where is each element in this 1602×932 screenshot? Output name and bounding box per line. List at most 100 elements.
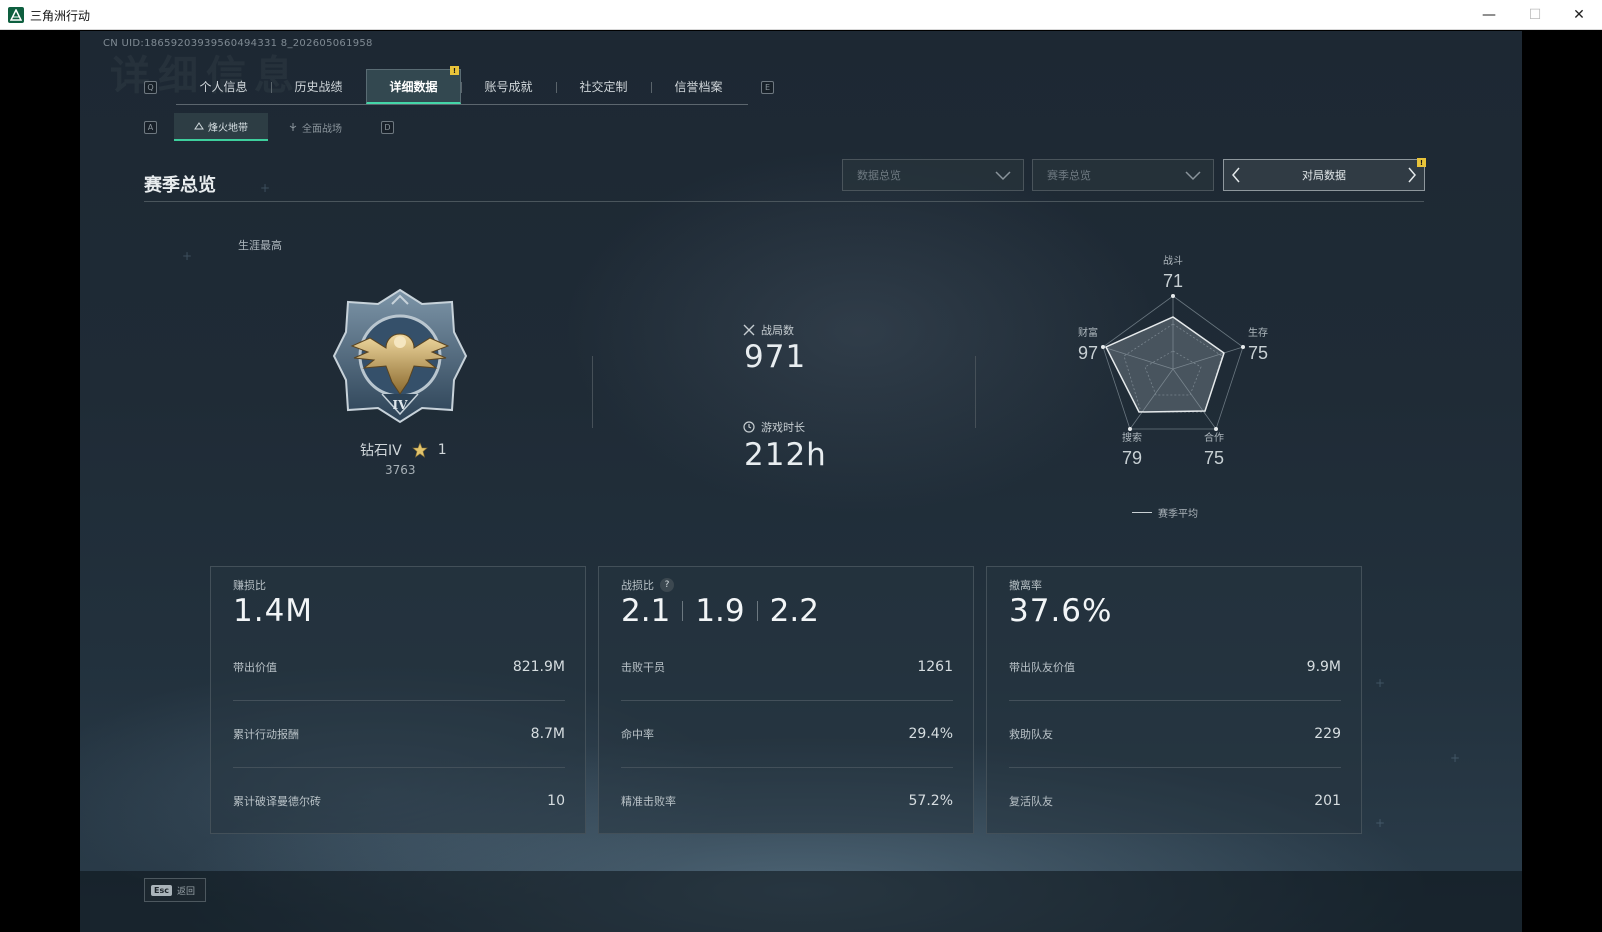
tab-personal-info[interactable]: 个人信息 [176,69,271,104]
season-overview-select[interactable]: 赛季总览 [1032,159,1214,191]
next-subtab-key-hint[interactable]: D [381,121,394,134]
stat-key: 精准击败率 [621,795,676,808]
rank-name: 钻石IV [360,443,402,459]
card-label: 撤离率 [1009,579,1042,592]
pager-label: 对局数据 [1302,169,1346,182]
rank-title: 钻石IV 1 [360,440,447,460]
subtab-label: 烽火地带 [208,122,248,134]
matches-value: 971 [744,339,807,375]
stat-value: 1261 [917,659,953,675]
subtab-full-battlefield[interactable]: 全面战场 [268,113,362,141]
value-separator [682,601,684,621]
help-icon[interactable]: ? [660,578,674,592]
minimize-button[interactable]: — [1466,0,1512,30]
notification-badge: ! [1417,158,1426,167]
tab-reputation-record[interactable]: 信誉档案 [651,69,746,104]
rank-stars: 1 [437,442,447,458]
stat-value: 821.9M [512,659,565,675]
row-divider [621,767,953,768]
radar-axis-value: 75 [1204,448,1224,468]
battlefield-icon [289,123,297,131]
stat-row: 带出价值 821.9M [233,657,565,677]
card-main-value: 1.4M [233,593,314,629]
decor-plus: + [260,181,271,195]
stat-key: 击败干员 [621,661,665,674]
esc-key-hint: Esc [151,884,172,896]
card-label: 赚损比 [233,579,266,592]
stat-row: 救助队友 229 [1009,724,1341,744]
radar-axis-value: 71 [1163,271,1183,291]
decor-plus: + [1450,751,1461,765]
stat-row: 精准击败率 57.2% [621,791,953,811]
tab-account-achievements[interactable]: 账号成就 [461,69,556,104]
stat-value: 8.7M [530,726,565,742]
kd-value: 2.1 [621,593,671,629]
stat-row: 复活队友 201 [1009,791,1341,811]
back-button[interactable]: Esc 返回 [144,878,206,902]
stats-screen: 详细信息 CN UID:18659203939560494331 8_20260… [80,31,1522,932]
divider [975,356,976,428]
player-uid: CN UID:18659203939560494331 8_2026050619… [103,38,373,49]
matches-label: 战局数 [761,324,794,337]
kd-ratio-card: 战损比 ? 2.1 1.9 2.2 击败干员 1261 命中率 29.4% 精准 [598,566,974,834]
prev-tab-key-hint[interactable]: Q [144,81,157,94]
radar-legend: 赛季平均 [1132,505,1198,520]
app-logo-icon [8,7,24,23]
stat-row: 带出队友价值 9.9M [1009,657,1341,677]
stat-value: 229 [1314,726,1341,742]
radar-axis-label: 战斗 [1163,255,1183,267]
tab-label: 详细数据 [389,79,438,94]
tab-match-history[interactable]: 历史战绩 [271,69,366,104]
stat-row: 累计行动报酬 8.7M [233,724,565,744]
section-title: 赛季总览 [144,175,216,196]
legend-label: 赛季平均 [1158,509,1198,520]
stat-value: 57.2% [908,793,953,809]
radar-axis-value: 79 [1122,448,1142,468]
maximize-button[interactable]: ☐ [1512,0,1558,30]
decor-plus: + [1375,816,1386,830]
subtab-operations-zone[interactable]: 烽火地带 [174,113,268,141]
row-divider [233,767,565,768]
radar-axis-value: 97 [1078,343,1098,363]
diamond-rank-medal-icon: IV [332,288,468,424]
prev-subtab-key-hint[interactable]: A [144,121,157,134]
window-titlebar: 三角洲行动 — ☐ ✕ [0,0,1602,30]
game-viewport: 详细信息 CN UID:18659203939560494331 8_20260… [0,31,1602,932]
chevron-left-icon[interactable] [1230,167,1242,183]
stat-key: 带出队友价值 [1009,661,1075,674]
close-button[interactable]: ✕ [1556,0,1602,30]
decor-plus: + [1375,676,1386,690]
chevron-right-icon[interactable] [1406,167,1418,183]
tab-detailed-data[interactable]: 详细数据 ! [366,66,461,104]
extraction-rate-card: 撤离率 37.6% 带出队友价值 9.9M 救助队友 229 复活队友 201 [986,566,1362,834]
row-divider [1009,767,1341,768]
main-tabs: 个人信息 历史战绩 详细数据 ! 账号成就 社交定制 信誉档案 [176,66,748,105]
notification-badge: ! [450,66,459,75]
kd-value: 1.9 [695,593,745,629]
data-overview-select[interactable]: 数据总览 [842,159,1024,191]
row-divider [1009,700,1341,701]
career-best-label: 生涯最高 [238,239,282,252]
clock-icon [743,421,755,433]
crossed-swords-icon [743,324,755,336]
playtime-value: 212h [744,437,827,473]
footer-bar [80,871,1522,932]
svg-text:IV: IV [393,398,409,412]
stat-value: 29.4% [908,726,953,742]
value-separator [756,601,758,621]
radar-axis-label: 生存 [1248,326,1268,339]
tab-social-customize[interactable]: 社交定制 [556,69,651,104]
match-data-pager: 对局数据 ! [1223,158,1426,191]
card-main-values: 2.1 1.9 2.2 [621,593,819,629]
playtime-stat-label: 游戏时长 [743,419,805,435]
stat-key: 累计行动报酬 [233,728,299,741]
back-label: 返回 [176,886,195,897]
section-divider [144,201,1424,202]
card-main-value: 37.6% [1009,593,1113,629]
row-divider [233,700,565,701]
stat-row: 命中率 29.4% [621,724,953,744]
window-title: 三角洲行动 [30,9,91,23]
row-divider [621,700,953,701]
next-tab-key-hint[interactable]: E [761,81,774,94]
legend-line [1132,512,1152,513]
